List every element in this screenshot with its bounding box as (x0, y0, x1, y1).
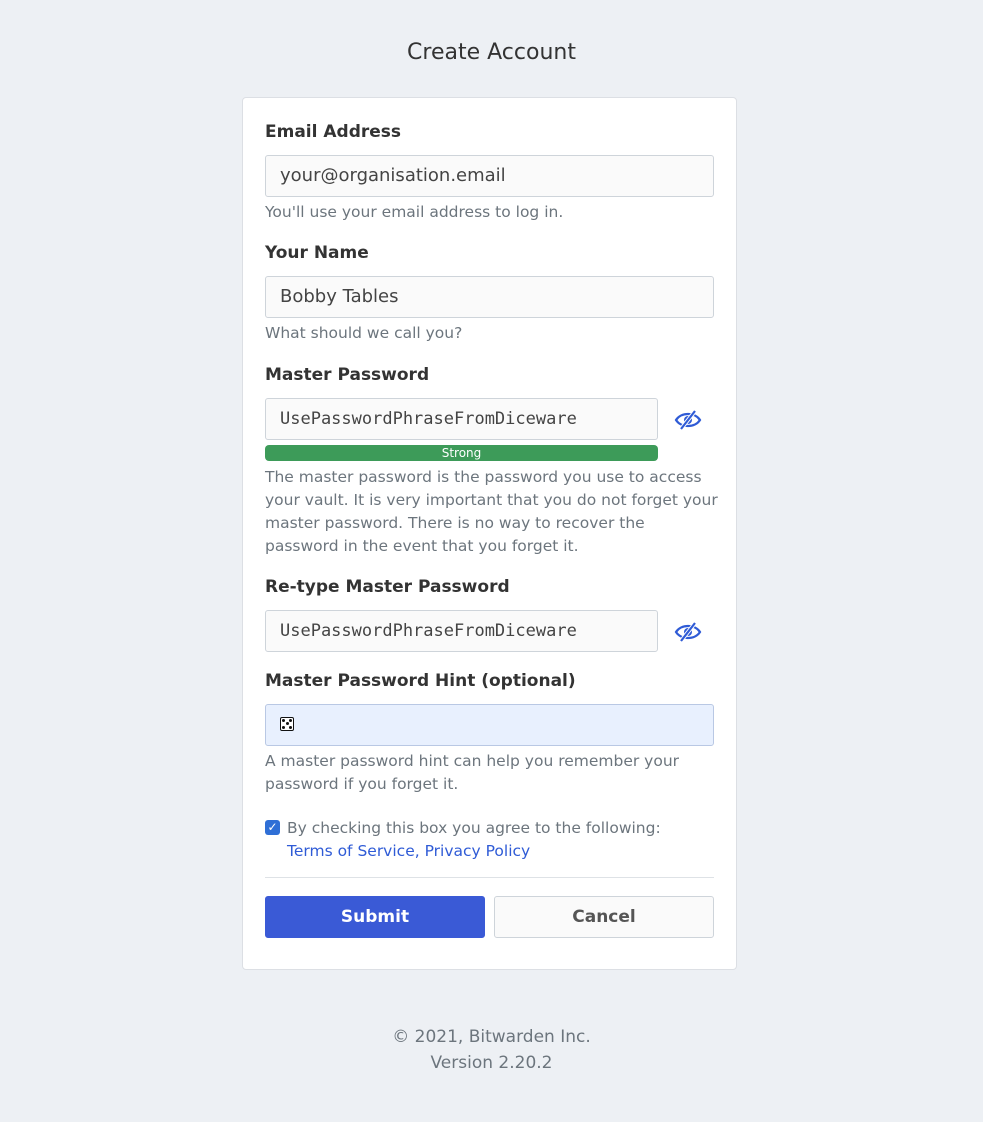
terms-checkbox[interactable]: ✓ (265, 820, 280, 835)
eye-slash-icon[interactable] (673, 408, 703, 432)
terms-of-service-link[interactable]: Terms of Service, (287, 842, 420, 860)
password-hint-field[interactable] (265, 704, 714, 746)
submit-button[interactable]: Submit (265, 896, 485, 938)
name-field[interactable]: Bobby Tables (265, 276, 714, 318)
copyright-text: © 2021, Bitwarden Inc. (392, 1027, 591, 1047)
name-label: Your Name (265, 243, 369, 263)
master-password-field[interactable]: UsePasswordPhraseFromDiceware (265, 398, 658, 440)
cancel-button[interactable]: Cancel (494, 896, 714, 938)
master-password-help-text: The master password is the password you … (265, 468, 718, 555)
password-hint-help-text: A master password hint can help you reme… (265, 752, 680, 793)
page-title: Create Account (407, 40, 576, 65)
terms-links: Terms of Service, Privacy Policy (287, 840, 530, 863)
password-strength-meter: Strong (265, 445, 658, 461)
email-label: Email Address (265, 122, 402, 142)
eye-slash-icon[interactable] (673, 620, 703, 644)
email-field[interactable]: your@organisation.email (265, 155, 714, 197)
divider (265, 877, 714, 878)
create-account-form: Email Address your@organisation.email Yo… (242, 97, 737, 970)
version-text: Version 2.20.2 (430, 1053, 553, 1073)
footer: © 2021, Bitwarden Inc. Version 2.20.2 (0, 1024, 983, 1076)
retype-password-label: Re-type Master Password (265, 577, 510, 597)
master-password-label: Master Password (265, 365, 430, 385)
privacy-policy-link[interactable]: Privacy Policy (425, 842, 531, 860)
password-hint-label: Master Password Hint (optional) (265, 671, 576, 691)
terms-text: By checking this box you agree to the fo… (287, 819, 661, 837)
retype-password-field[interactable]: UsePasswordPhraseFromDiceware (265, 610, 658, 652)
dice-icon[interactable] (280, 716, 294, 731)
name-help-text: What should we call you? (265, 324, 463, 342)
email-help-text: You'll use your email address to log in. (265, 203, 564, 221)
